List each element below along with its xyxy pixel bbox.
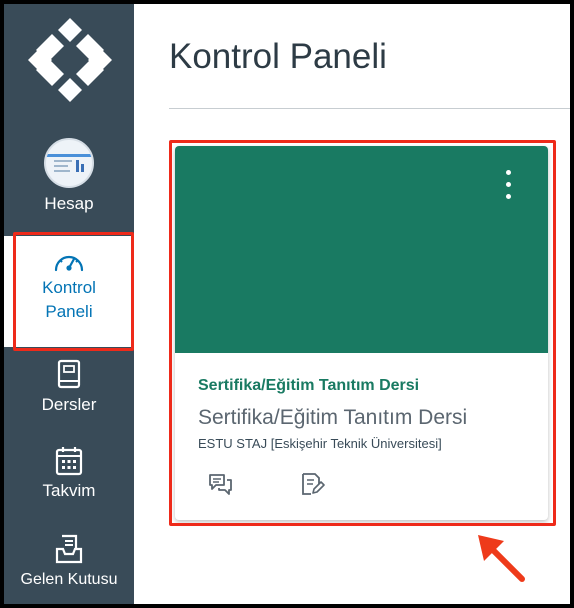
app-window: Hesap Kontrol Paneli Dersler Takvim Gele…: [4, 4, 570, 604]
discussions-icon[interactable]: [207, 471, 233, 497]
pointer-arrow-icon: [478, 535, 525, 582]
nav-item-courses[interactable]: Dersler: [4, 359, 134, 417]
nav-item-label: Kontrol: [42, 278, 96, 297]
nav-item-inbox[interactable]: Gelen Kutusu: [4, 533, 134, 592]
title-divider: [169, 108, 570, 109]
nav-item-label: Paneli: [45, 302, 93, 321]
course-card-hero[interactable]: [175, 146, 548, 353]
course-name: Sertifika/Eğitim Tanıtım Dersi: [198, 406, 468, 429]
canvas-logo-icon[interactable]: [22, 12, 118, 108]
course-short-name-link[interactable]: Sertifika/Eğitim Tanıtım Dersi: [198, 377, 419, 395]
assignments-icon[interactable]: [299, 471, 325, 497]
calendar-icon: [55, 447, 83, 476]
book-icon: [57, 359, 81, 389]
account-avatar: [44, 138, 94, 188]
nav-item-calendar[interactable]: Takvim: [4, 445, 134, 503]
dashboard-gauge-icon: [54, 255, 84, 272]
nav-item-label: Hesap: [44, 194, 94, 213]
page-title: Kontrol Paneli: [169, 37, 387, 76]
nav-item-dashboard[interactable]: Kontrol Paneli: [4, 236, 134, 347]
course-card-options-icon[interactable]: [502, 170, 514, 206]
course-term: ESTU STAJ [Eskişehir Teknik Üniversitesi…: [198, 436, 442, 451]
nav-item-label: Dersler: [41, 395, 97, 414]
course-card[interactable]: Sertifika/Eğitim Tanıtım Dersi Sertifika…: [175, 146, 548, 520]
nav-item-account[interactable]: Hesap: [4, 138, 134, 216]
inbox-icon: [55, 534, 83, 564]
global-nav-sidebar: Hesap Kontrol Paneli Dersler Takvim Gele…: [4, 4, 134, 604]
nav-item-label: Gelen Kutusu: [20, 571, 118, 588]
nav-item-label: Takvim: [42, 481, 96, 500]
